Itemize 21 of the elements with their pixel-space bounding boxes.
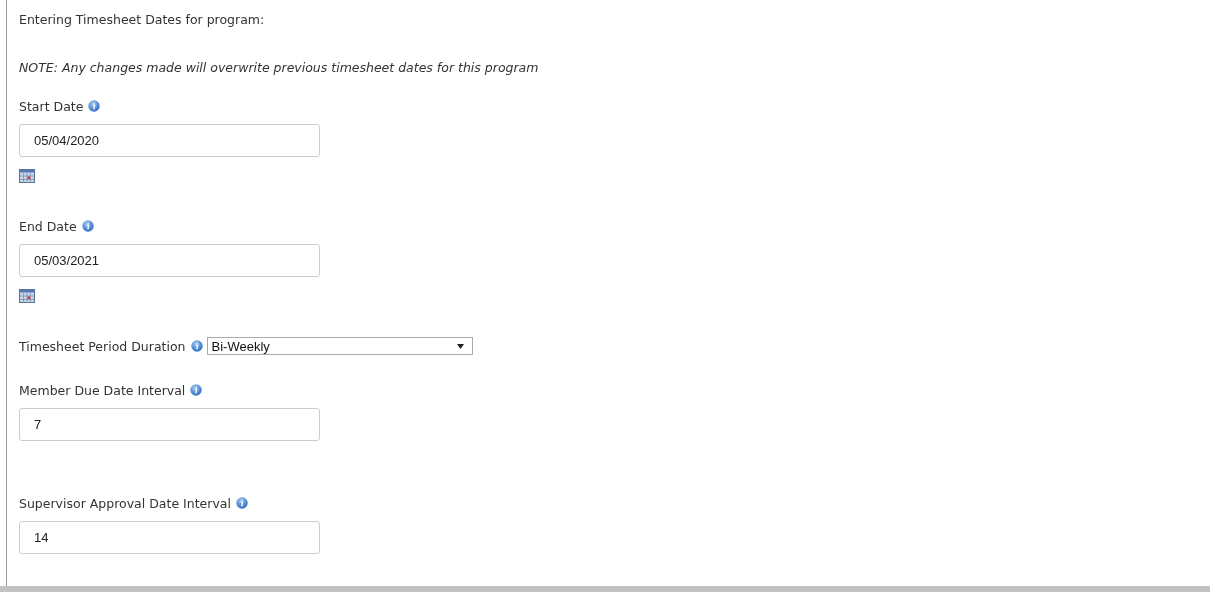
info-icon[interactable] [190, 340, 203, 352]
date-input-field[interactable]: 05/04/2020 [19, 124, 320, 157]
field-label: Supervisor Approval Date Interval [19, 495, 231, 511]
dropdown-arrow-icon [456, 343, 464, 349]
form-heading: Entering Timesheet Dates for program: [19, 12, 266, 27]
info-icon[interactable] [81, 220, 94, 232]
info-icon[interactable] [88, 100, 101, 112]
info-icon[interactable] [235, 497, 248, 509]
info-icon[interactable] [190, 384, 203, 396]
field-label: Timesheet Period Duration [19, 338, 186, 354]
duration-dropdown[interactable]: Bi-Weekly [206, 337, 473, 355]
number-input-field[interactable]: 14 [19, 521, 320, 554]
field-label: Member Due Date Interval [19, 382, 186, 398]
field-label: Start Date [19, 98, 84, 114]
horizontal-scrollbar[interactable] [0, 586, 1210, 592]
warning-note: NOTE: Any changes made will overwrite previous timesheet dates for this program [19, 60, 540, 75]
number-input-field[interactable]: 7 [19, 408, 320, 441]
calendar-icon[interactable] [19, 169, 35, 183]
date-input-field[interactable]: 05/03/2021 [19, 244, 320, 277]
field-label: End Date [19, 218, 77, 234]
calendar-icon[interactable] [19, 289, 35, 303]
